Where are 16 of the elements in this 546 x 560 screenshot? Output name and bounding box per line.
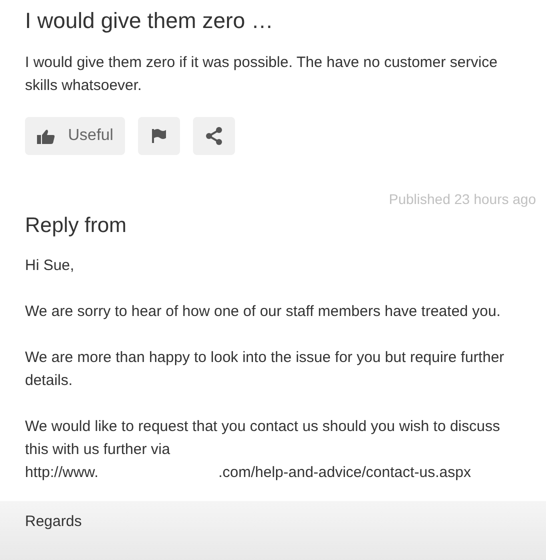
published-time: Published 23 hours ago — [388, 190, 536, 209]
thumbs-up-icon — [37, 128, 55, 144]
url-start: http://www. — [25, 463, 98, 483]
review-text: I would give them zero if it was possible. The have no customer service skills whatsoever. — [25, 53, 498, 96]
reply-heading: Reply from — [25, 213, 127, 239]
report-button[interactable] — [138, 117, 180, 155]
flag-icon — [151, 128, 168, 144]
closing-text: Regards — [25, 512, 83, 532]
reply-paragraph: We are more than happy to look into the issue for you but require further details. — [25, 348, 506, 391]
url-end: .com/help-and-advice/contact-us.aspx — [218, 463, 471, 483]
reply-paragraph: Hi Sue, — [25, 256, 76, 276]
review-title: I would give them zero … — [25, 7, 274, 35]
share-icon — [205, 127, 224, 145]
reply-paragraph: We are sorry to hear of how one of our staff members have treated you. — [25, 302, 502, 322]
share-button[interactable] — [193, 117, 236, 155]
useful-button[interactable]: Useful — [25, 117, 126, 155]
